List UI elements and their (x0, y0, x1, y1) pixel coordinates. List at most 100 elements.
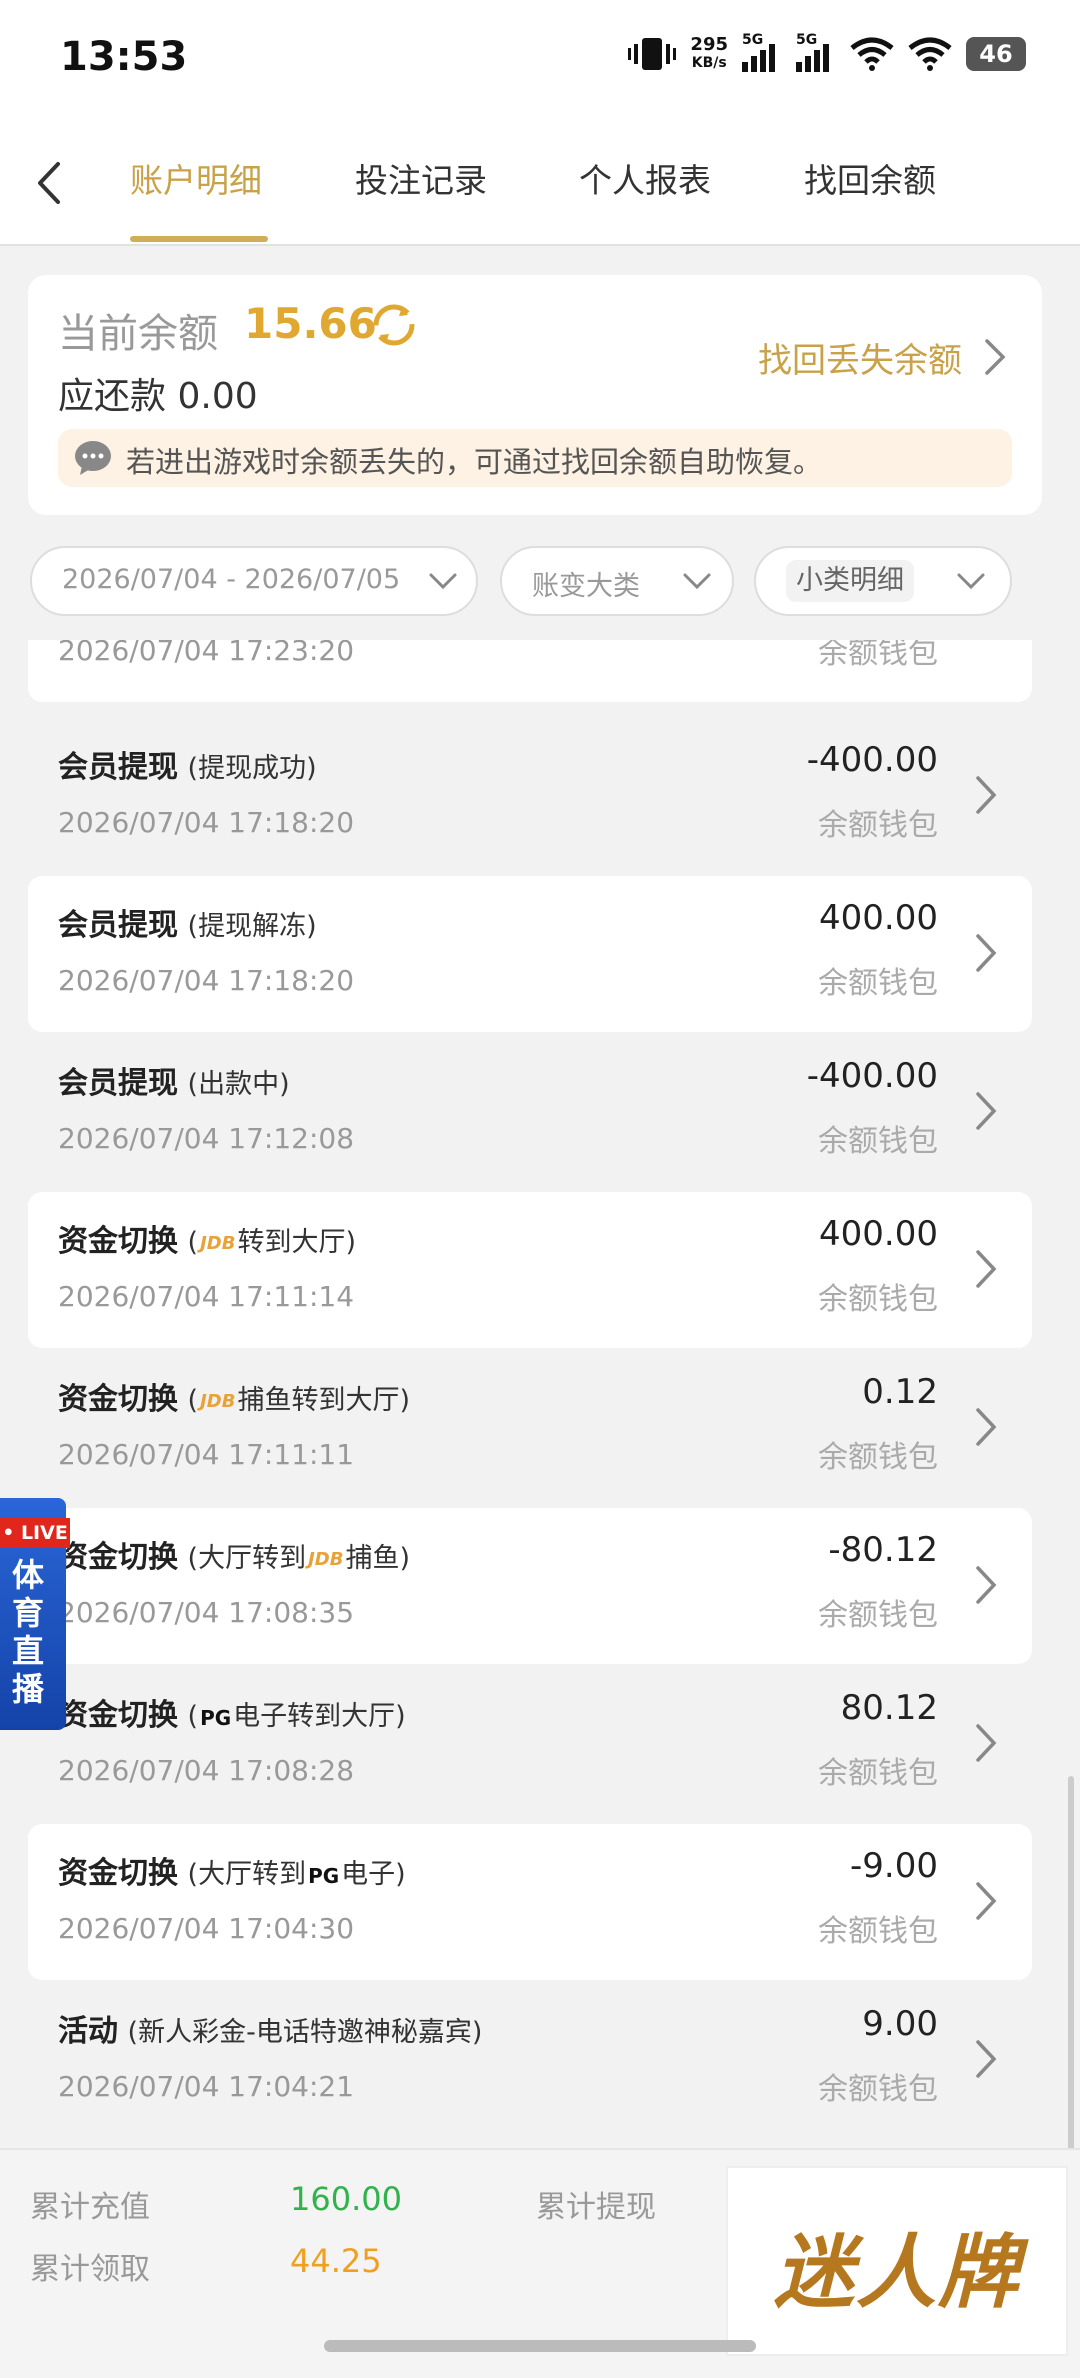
chevron-right-icon[interactable] (974, 1722, 998, 1764)
chevron-right-icon[interactable] (982, 337, 1008, 377)
battery-icon: 46 (966, 37, 1026, 71)
list-item[interactable]: 资金切换 (JDB捕鱼转到大厅) 2026/07/04 17:11:11 0.12 余… (28, 1350, 1032, 1506)
transaction-title: 活动 (新人彩金-电话特邀神秘嘉宾) (58, 2006, 482, 2050)
list-item[interactable]: 会员提现 (提现解冻) 2026/07/04 17:18:20 400.00 余额钱包 (28, 876, 1032, 1032)
transaction-detail-pre: (提现解冻) (187, 911, 317, 942)
transaction-time: 2026/07/04 17:23:20 (58, 640, 355, 667)
scrollbar[interactable] (1068, 1776, 1074, 2156)
list-item[interactable]: 资金切换 (PG电子转到大厅) 2026/07/04 17:08:28 80.12 余… (28, 1666, 1032, 1822)
transaction-wallet: 余额钱包 (818, 640, 938, 671)
transaction-type: 会员提现 (58, 1066, 178, 1101)
chevron-right-icon[interactable] (974, 2038, 998, 2080)
list-item[interactable]: 资金切换 (大厅转到 PG电子) 2026/07/04 17:04:30 -9.00 余… (28, 1824, 1032, 1980)
transaction-amount: 400.00 (819, 898, 938, 938)
brand-text: 迷人牌 (774, 2226, 1020, 2319)
live-sports-badge[interactable]: • LIVE 体育直播 (0, 1498, 70, 1730)
transaction-amount: 0.12 (862, 1372, 938, 1412)
transaction-detail: (大厅转到 JDB捕鱼) (188, 1543, 410, 1574)
chevron-right-icon[interactable] (974, 932, 998, 974)
transaction-detail-post: 电子转到大厅) (233, 1701, 406, 1732)
transaction-detail-pre: (大厅转到 (187, 1859, 307, 1890)
chevron-right-icon[interactable] (974, 1090, 998, 1132)
transaction-detail: (提现解冻) (188, 911, 317, 942)
owe-amount: 应还款 0.00 (58, 367, 258, 419)
top-nav: 账户明细 投注记录 个人报表 找回余额 (0, 120, 1080, 246)
chevron-right-icon[interactable] (974, 774, 998, 816)
chevron-right-icon[interactable] (974, 1564, 998, 1606)
transaction-detail-pre: ( (187, 1701, 199, 1732)
transaction-title: 资金切换 (大厅转到 PG电子) (58, 1848, 406, 1892)
chevron-down-icon (683, 573, 711, 590)
chevron-right-icon[interactable] (974, 1406, 998, 1448)
chat-bubble-icon (75, 441, 111, 475)
list-item[interactable]: 2026/07/04 17:23:20 余额钱包 (28, 640, 1032, 702)
list-item[interactable]: 活动 (新人彩金-电话特邀神秘嘉宾) 2026/07/04 17:04:21 9.0… (28, 1982, 1032, 2138)
transaction-time: 2026/07/04 17:04:30 (58, 1912, 355, 1945)
list-item[interactable]: 资金切换 (大厅转到 JDB捕鱼) 2026/07/04 17:08:35 -80.1… (28, 1508, 1032, 1664)
home-indicator[interactable] (324, 2340, 756, 2352)
tab-personal-report[interactable]: 个人报表 (579, 154, 711, 202)
transaction-type: 会员提现 (58, 750, 178, 785)
pg-logo-icon: PG (200, 1705, 232, 1730)
transaction-title: 资金切换 (JDB捕鱼转到大厅) (58, 1374, 410, 1418)
transaction-detail: (JDB转到大厅) (188, 1227, 356, 1258)
transaction-wallet: 余额钱包 (818, 1756, 938, 1791)
owe-label: 应还款 (58, 376, 167, 417)
deposit-value: 160.00 (290, 2180, 402, 2218)
brand-logo[interactable]: 迷人牌 (726, 2166, 1068, 2356)
signal-label-2: 5G (796, 32, 818, 48)
tab-bet-records[interactable]: 投注记录 (355, 154, 487, 202)
tab-account-detail[interactable]: 账户明细 (130, 154, 262, 202)
subcategory-filter[interactable]: 小类明细 (754, 546, 1012, 616)
transaction-time: 2026/07/04 17:11:14 (58, 1280, 355, 1313)
chevron-down-icon (429, 573, 457, 590)
transaction-type: 资金切换 (58, 1224, 178, 1259)
list-item[interactable]: 会员提现 (提现成功) 2026/07/04 17:18:20 -400.00 余额钱… (28, 718, 1032, 874)
transaction-amount: 80.12 (840, 1688, 938, 1728)
list-item[interactable]: 资金切换 (JDB转到大厅) 2026/07/04 17:11:14 400.00 余… (28, 1192, 1032, 1348)
transaction-title: 会员提现 (出款中) (58, 1058, 290, 1102)
withdraw-label: 累计提现 (536, 2190, 656, 2225)
transaction-time: 2026/07/04 17:11:11 (58, 1438, 355, 1471)
claim-value: 44.25 (290, 2242, 382, 2280)
date-range-filter[interactable]: 2026/07/04 - 2026/07/05 (30, 546, 478, 616)
transaction-amount: -400.00 (806, 1056, 938, 1096)
balance-value: 15.66 (244, 299, 377, 348)
transaction-type: 活动 (58, 2014, 118, 2049)
transaction-wallet: 余额钱包 (818, 1124, 938, 1159)
claim-label: 累计领取 (30, 2252, 150, 2287)
refresh-icon[interactable] (372, 303, 416, 347)
transaction-detail: (提现成功) (188, 753, 317, 784)
chevron-right-icon[interactable] (974, 1248, 998, 1290)
transaction-time: 2026/07/04 17:04:21 (58, 2070, 355, 2103)
net-speed-value: 295 (690, 34, 728, 55)
balance-card: 当前余额 15.66 应还款 0.00 找回丢失余额 若进出游戏时余额丢失的，可… (28, 275, 1042, 515)
recover-lost-balance-link[interactable]: 找回丢失余额 (758, 333, 962, 382)
transaction-title: 会员提现 (提现解冻) (58, 900, 317, 944)
transaction-type: 资金切换 (58, 1382, 178, 1417)
transaction-wallet: 余额钱包 (818, 966, 938, 1001)
transaction-detail: (新人彩金-电话特邀神秘嘉宾) (128, 2017, 483, 2048)
category-filter[interactable]: 账变大类 (500, 546, 734, 616)
jdb-logo-icon: JDB (308, 1549, 344, 1570)
transaction-wallet: 余额钱包 (818, 2072, 938, 2107)
chevron-right-icon[interactable] (974, 1880, 998, 1922)
transaction-detail: (PG电子转到大厅) (188, 1701, 406, 1732)
wifi-icon (850, 37, 894, 71)
jdb-logo-icon: JDB (200, 1391, 236, 1412)
transaction-amount: -400.00 (806, 740, 938, 780)
transaction-detail-pre: (出款中) (187, 1069, 290, 1100)
transaction-amount: 400.00 (819, 1214, 938, 1254)
transaction-detail: (大厅转到 PG电子) (188, 1859, 406, 1890)
status-icons: 295 KB/s 5G 5G 46 (628, 32, 1026, 72)
vibrate-icon (628, 38, 677, 70)
list-item[interactable]: 会员提现 (出款中) 2026/07/04 17:12:08 -400.00 余额钱包 (28, 1034, 1032, 1190)
transaction-detail-pre: (提现成功) (187, 753, 317, 784)
back-icon[interactable] (30, 158, 70, 208)
net-speed-unit: KB/s (691, 55, 727, 71)
transaction-time: 2026/07/04 17:08:35 (58, 1596, 355, 1629)
transaction-type: 会员提现 (58, 908, 178, 943)
transaction-detail-pre: ( (187, 1385, 199, 1416)
transaction-type: 资金切换 (58, 1856, 178, 1891)
tab-recover-balance[interactable]: 找回余额 (804, 154, 936, 202)
